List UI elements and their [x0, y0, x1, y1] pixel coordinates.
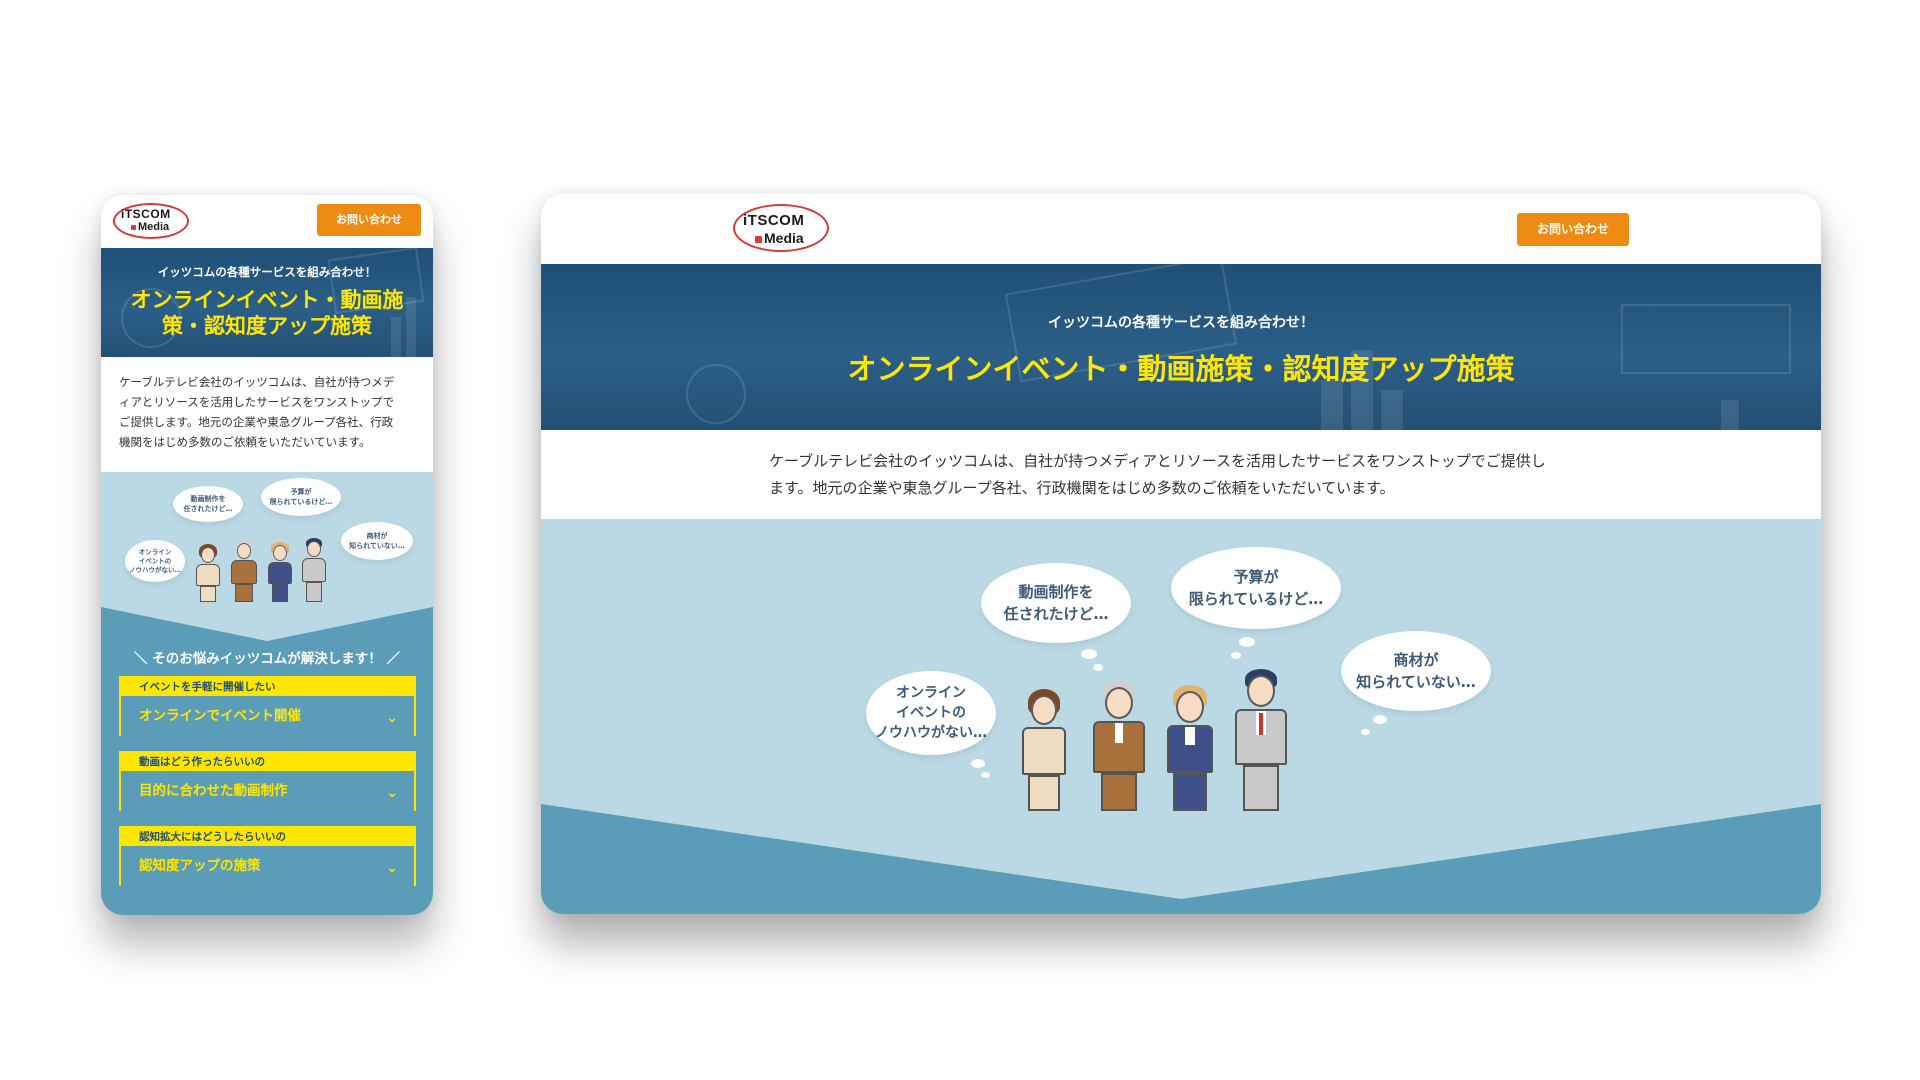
- hero-bg-bar: [1721, 400, 1739, 430]
- logo-text-bottom: Media: [131, 221, 169, 233]
- bubble-budget: 予算が 限られているけど…: [1171, 547, 1341, 629]
- intro-text: ケーブルテレビ会社のイッツコムは、自社が持つメデ ィアとリソースを活用したサービ…: [119, 372, 417, 452]
- person-young-man: [299, 538, 329, 604]
- person-shirt: [1185, 727, 1195, 745]
- intro-line: ます。地元の企業や東急グループ各社、行政機関をはじめ多数のご依頼をいただいていま…: [769, 479, 1395, 497]
- logo-text-bottom: Media: [755, 230, 804, 246]
- intro-line: ィアとリソースを活用したサービスをワンストップで: [119, 395, 394, 409]
- hero-banner: イッツコムの各種サービスを組み合わせ！ オンラインイベント・動画施策・認知度アッ…: [541, 264, 1821, 430]
- desktop-mockup: iTSCOM Media お問い合わせ イッツコムの各種サービスを組み合わせ！ …: [541, 194, 1821, 914]
- person-shirt: [1115, 723, 1123, 743]
- person-legs: [1243, 765, 1279, 811]
- person-body: [302, 558, 326, 582]
- person-head: [201, 547, 215, 563]
- bubble-video: 動画制作を 任されたけど…: [981, 563, 1131, 643]
- logo-text-media: Media: [138, 221, 170, 233]
- person-legs: [306, 582, 322, 602]
- person-legs: [1173, 773, 1207, 811]
- person-woman-phone: [1161, 685, 1219, 815]
- person-head: [237, 543, 251, 559]
- mobile-header: iTSCOM Media お問い合わせ: [101, 195, 433, 248]
- itscom-media-logo[interactable]: iTSCOM Media: [113, 201, 189, 241]
- hero-bg-bar: [1381, 390, 1403, 430]
- bubble-tail: [1373, 715, 1387, 724]
- bubble-tail: [1081, 649, 1097, 659]
- person-young-man: [1231, 669, 1291, 815]
- bubble-tail: [1231, 652, 1241, 659]
- accordion-online-event[interactable]: イベントを手軽に開催したい オンラインでイベント開催 ⌄: [119, 676, 416, 736]
- person-older-man: [1089, 681, 1149, 815]
- intro-line: 機関をはじめ多数のご依頼をいただいています。: [119, 435, 371, 449]
- accordion-label: 認知度アップの施策: [121, 846, 414, 886]
- contact-button[interactable]: お問い合わせ: [1517, 213, 1629, 246]
- accordion-caption: イベントを手軽に開催したい: [121, 678, 414, 696]
- bubble-tail: [1239, 637, 1255, 647]
- person-legs: [200, 586, 216, 602]
- bubble-tail: [1093, 664, 1103, 671]
- intro-line: ご提供します。地元の企業や東急グループ各社、行政: [119, 415, 394, 429]
- chevron-down-icon[interactable]: ⌄: [386, 698, 398, 738]
- person-legs: [1101, 773, 1137, 811]
- person-tie: [1259, 713, 1263, 735]
- person-body: [231, 560, 257, 584]
- solve-heading: ＼ そのお悩みイッツコムが解決します！ ／: [134, 651, 400, 667]
- person-head: [1105, 687, 1133, 719]
- person-woman: [1016, 689, 1072, 815]
- hero-title: オンラインイベント・動画施策・認知度アップ施策: [847, 352, 1515, 386]
- person-body: [196, 564, 220, 586]
- intro-text: ケーブルテレビ会社のイッツコムは、自社が持つメディアとリソースを活用したサービス…: [769, 448, 1619, 502]
- person-woman: [193, 544, 223, 604]
- bubble-tail: [1361, 729, 1370, 735]
- person-head: [1031, 695, 1057, 725]
- bubble-product: 商材が 知られていない…: [1341, 631, 1491, 711]
- desktop-header: iTSCOM Media お問い合わせ: [541, 194, 1821, 264]
- hero-subtitle: イッツコムの各種サービスを組み合わせ！: [1048, 315, 1314, 331]
- person-body: [1022, 727, 1066, 775]
- person-head: [1176, 691, 1204, 723]
- bubble-tail: [981, 772, 990, 778]
- bubble-product: 商材が 知られていない…: [341, 522, 413, 560]
- accordion-caption: 認知拡大にはどうしたらいいの: [121, 828, 414, 846]
- hero-title-line2: 策・認知度アップ施策: [162, 314, 372, 338]
- accordion-awareness[interactable]: 認知拡大にはどうしたらいいの 認知度アップの施策 ⌄: [119, 826, 416, 886]
- bubble-tail: [971, 759, 985, 768]
- person-legs: [272, 584, 288, 602]
- bubble-video: 動画制作を 任されたけど…: [173, 486, 243, 522]
- person-body: [268, 562, 292, 584]
- logo-mark-icon: [131, 224, 136, 230]
- intro-line: ケーブルテレビ会社のイッツコムは、自社が持つメデ: [119, 375, 395, 389]
- person-legs: [235, 584, 253, 602]
- hero-subtitle: イッツコムの各種サービスを組み合わせ！: [157, 265, 377, 279]
- logo-text-media: Media: [764, 230, 804, 246]
- intro-line: ケーブルテレビ会社のイッツコムは、自社が持つメディアとリソースを活用したサービス…: [769, 452, 1546, 470]
- accordion-caption: 動画はどう作ったらいいの: [121, 753, 414, 771]
- accordion-label: オンラインでイベント開催: [121, 696, 414, 736]
- accordion-label: 目的に合わせた動画制作: [121, 771, 414, 811]
- person-head: [1247, 675, 1275, 707]
- person-head: [273, 545, 287, 561]
- mobile-mockup: iTSCOM Media お問い合わせ イッツコムの各種サービスを組み合わせ！ …: [101, 195, 433, 915]
- chevron-down-icon[interactable]: ⌄: [386, 773, 398, 813]
- person-woman-phone: [265, 542, 295, 604]
- logo-text-top: iTSCOM: [743, 212, 805, 229]
- contact-button[interactable]: お問い合わせ: [317, 204, 421, 236]
- logo-text-top: iTSCOM: [121, 207, 171, 221]
- person-legs: [1028, 775, 1060, 811]
- itscom-media-logo[interactable]: iTSCOM Media: [733, 202, 829, 256]
- worries-illustration: 動画制作を 任されたけど… 予算が 限られているけど… 商材が 知られていない……: [101, 472, 433, 607]
- chevron-down-icon[interactable]: ⌄: [386, 848, 398, 888]
- person-older-man: [229, 540, 259, 604]
- bubble-budget: 予算が 限られているけど…: [261, 478, 341, 516]
- bubble-online: オンライン イベントの ノウハウがない…: [866, 671, 996, 755]
- hero-banner: イッツコムの各種サービスを組み合わせ！ オンラインイベント・動画施 策・認知度ア…: [101, 248, 433, 357]
- logo-mark-icon: [755, 235, 762, 243]
- person-head: [307, 541, 321, 557]
- accordion-video-production[interactable]: 動画はどう作ったらいいの 目的に合わせた動画制作 ⌄: [119, 751, 416, 811]
- bubble-online: オンライン イベントの ノウハウがない…: [125, 540, 185, 582]
